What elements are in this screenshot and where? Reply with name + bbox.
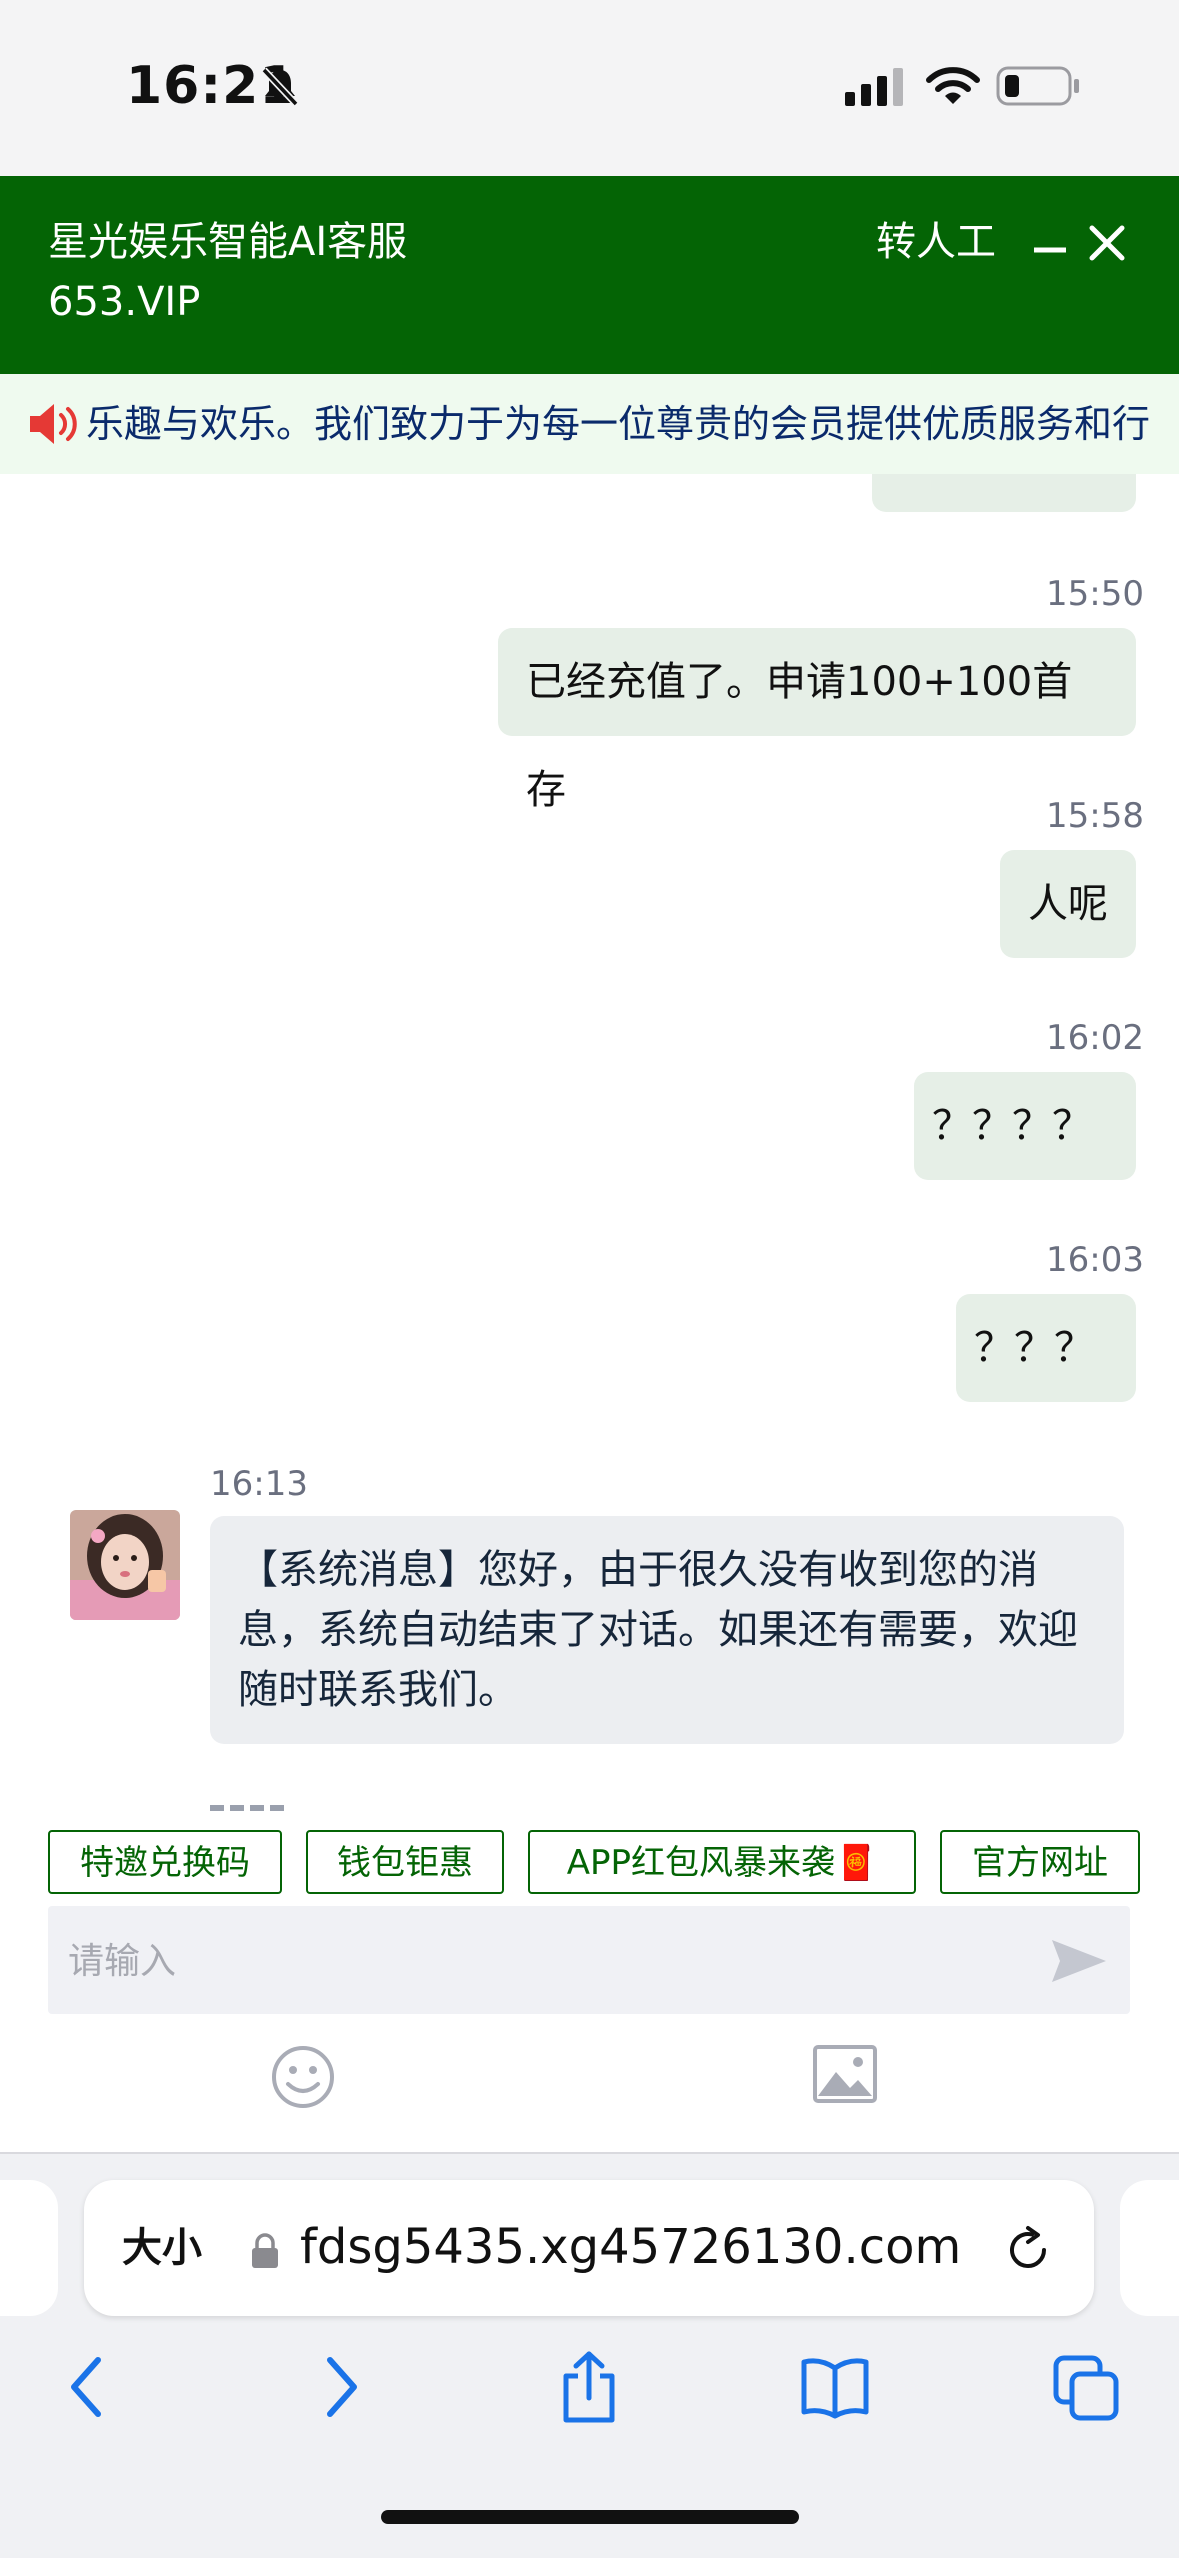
back-icon[interactable] xyxy=(52,2350,122,2424)
minimize-icon[interactable] xyxy=(1032,232,1068,268)
send-icon[interactable] xyxy=(1048,1936,1108,1986)
wifi-icon xyxy=(926,67,980,104)
message-list[interactable]: 15:50 已经充值了。申请100+100首存 15:58 人呢 16:02 ？… xyxy=(0,474,1179,1814)
quick-button-invite-code[interactable]: 特邀兑换码 xyxy=(48,1830,282,1894)
previous-message-bubble xyxy=(872,474,1136,512)
message-time: 16:13 xyxy=(210,1464,308,1504)
message-input-row xyxy=(48,1906,1130,2014)
status-bar: 16:21 xyxy=(0,0,1179,176)
bookmarks-icon[interactable] xyxy=(800,2350,870,2424)
cellular-signal-icon xyxy=(845,68,903,106)
user-message-bubble: ？？？？ xyxy=(914,1072,1136,1180)
previous-tab-preview[interactable] xyxy=(0,2180,58,2316)
image-icon[interactable] xyxy=(812,2044,878,2104)
message-time: 16:02 xyxy=(1046,1018,1144,1058)
url-text: fdsg5435.xg45726130.com xyxy=(300,2219,962,2275)
quick-button-official-site[interactable]: 官方网址 xyxy=(940,1830,1140,1894)
message-time: 15:50 xyxy=(1046,574,1144,614)
emoji-icon[interactable] xyxy=(270,2044,336,2110)
text-size-button[interactable]: 大小 xyxy=(122,2220,202,2276)
browser-toolbar: 大小 fdsg5435.xg45726130.com xyxy=(0,2152,1179,2558)
user-message-bubble: ？？？ xyxy=(956,1294,1136,1402)
address-bar[interactable]: 大小 fdsg5435.xg45726130.com xyxy=(84,2180,1094,2316)
header-subtitle: 653.VIP xyxy=(48,279,201,325)
quick-button-wallet-offer[interactable]: 钱包钜惠 xyxy=(306,1830,504,1894)
quick-button-app-red-packet[interactable]: APP红包风暴来袭🧧 xyxy=(528,1830,916,1894)
bell-muted-icon xyxy=(261,67,299,107)
user-message-bubble: 已经充值了。申请100+100首存 xyxy=(498,628,1136,813)
partial-message-time xyxy=(210,1800,300,1814)
message-time: 16:03 xyxy=(1046,1240,1144,1280)
reload-icon[interactable] xyxy=(1002,2224,1054,2276)
forward-icon[interactable] xyxy=(306,2350,376,2424)
header-title: 星光娱乐智能AI客服 xyxy=(48,219,408,265)
share-icon[interactable] xyxy=(554,2350,624,2424)
next-tab-preview[interactable] xyxy=(1120,2180,1179,2316)
speaker-icon xyxy=(30,404,77,444)
transfer-to-agent-button[interactable]: 转人工 xyxy=(876,212,996,272)
close-icon[interactable] xyxy=(1088,224,1126,262)
message-time: 15:58 xyxy=(1046,796,1144,836)
announcement-marquee: 乐趣与欢乐。我们致力于为每一位尊贵的会员提供优质服务和行 xyxy=(0,374,1179,474)
battery-icon xyxy=(996,66,1079,106)
agent-avatar xyxy=(70,1510,180,1620)
tabs-icon[interactable] xyxy=(1052,2350,1122,2424)
user-message-bubble: 人呢 xyxy=(1000,850,1136,958)
lock-icon xyxy=(252,2233,278,2268)
announcement-text: 乐趣与欢乐。我们致力于为每一位尊贵的会员提供优质服务和行 xyxy=(86,402,1151,446)
message-input[interactable] xyxy=(66,1928,1020,1994)
chat-header: 星光娱乐智能AI客服 653.VIP 转人工 xyxy=(0,176,1179,374)
system-message-bubble: 【系统消息】您好，由于很久没有收到您的消息，系统自动结束了对话。如果还有需要，欢… xyxy=(210,1516,1124,1744)
home-indicator xyxy=(381,2510,799,2524)
quick-reply-bar: 特邀兑换码 钱包钜惠 APP红包风暴来袭🧧 官方网址 xyxy=(0,1830,1179,1902)
